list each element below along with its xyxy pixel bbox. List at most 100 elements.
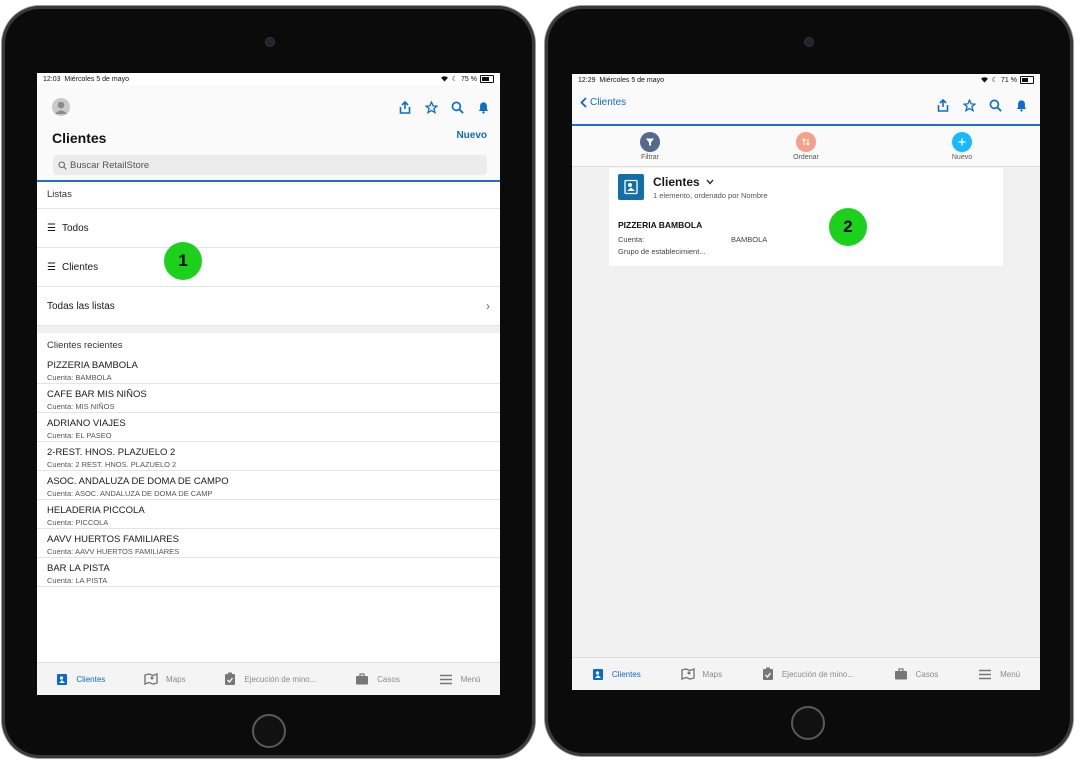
lists-section: Listas ☰ Todos ☰ Clientes Todas las list… — [37, 182, 500, 326]
recent-client-row[interactable]: AAVV HUERTOS FAMILIARES Cuenta: AAVV HUER… — [37, 529, 500, 558]
header-actions — [934, 96, 1030, 114]
recent-client-account: Cuenta: EL PASEO — [47, 431, 112, 440]
left-screen: 12:03 Miércoles 5 de mayo ☾ 75 % Cliente… — [37, 73, 500, 695]
clipboard-icon — [225, 672, 236, 685]
tab-casos[interactable]: Casos — [355, 673, 400, 685]
recent-client-row[interactable]: CAFE BAR MIS NIÑOS Cuenta: MIS NIÑOS — [37, 384, 500, 413]
all-lists-row[interactable]: Todas las listas › — [37, 287, 500, 326]
tab-label: Casos — [915, 669, 939, 679]
record-item[interactable]: PIZZERIA BAMBOLA Cuenta: BAMBOLA Grupo d… — [618, 220, 994, 256]
sort-button[interactable]: Ordenar — [746, 131, 866, 161]
nav-header: Clientes — [572, 86, 1040, 126]
recent-client-row[interactable]: BAR LA PISTA Cuenta: LA PISTA — [37, 558, 500, 587]
camera — [265, 37, 275, 47]
status-date: Miércoles 5 de mayo — [599, 76, 665, 84]
list-view-card: Clientes 1 elemento, ordenado por Nombre… — [609, 168, 1003, 266]
tab-casos[interactable]: Casos — [894, 668, 939, 680]
recent-client-row[interactable]: PIZZERIA BAMBOLA Cuenta: BAMBOLA — [37, 355, 500, 384]
battery-text: 75 % — [461, 75, 477, 83]
right-screen: 12:29 Miércoles 5 de mayo ☾ 71 % Cliente… — [572, 74, 1040, 690]
tab-bar: Clientes Maps Ejecución de mino... Casos… — [37, 662, 500, 695]
tab-maps[interactable]: Maps — [680, 668, 722, 680]
recent-client-name: BAR LA PISTA — [47, 563, 110, 574]
status-bar: 12:29 Miércoles 5 de mayo ☾ 71 % — [572, 74, 1040, 86]
home-button[interactable] — [791, 706, 825, 740]
page-title: Clientes — [52, 130, 107, 146]
header-actions — [396, 98, 492, 116]
tab-clientes[interactable]: Clientes — [56, 673, 105, 686]
record-field-label-2: Grupo de establecimient... — [618, 247, 706, 256]
recent-client-name: ADRIANO VIAJES — [47, 418, 126, 429]
list-item-clientes[interactable]: ☰ Clientes — [37, 248, 500, 287]
back-button[interactable]: Clientes — [580, 97, 626, 108]
share-icon[interactable] — [396, 98, 414, 116]
plus-icon — [952, 131, 972, 152]
home-button[interactable] — [252, 714, 286, 748]
list-item-todos[interactable]: ☰ Todos — [37, 208, 500, 248]
clientes-icon — [592, 668, 603, 680]
record-field-label: Cuenta: — [618, 235, 645, 244]
recent-client-row[interactable]: ASOC. ANDALUZA DE DOMA DE CAMPO Cuenta: A… — [37, 471, 500, 500]
tab-ejecucion[interactable]: Ejecución de mino... — [762, 667, 854, 681]
filter-label: Filtrar — [641, 153, 659, 161]
step-badge-2: 2 — [829, 208, 867, 246]
search-icon[interactable] — [448, 98, 466, 116]
tab-ejecucion[interactable]: Ejecución de mino... — [224, 672, 316, 686]
menu-icon — [439, 674, 452, 684]
bell-icon[interactable] — [474, 98, 492, 116]
tab-maps[interactable]: Maps — [144, 673, 186, 685]
list-view-title[interactable]: Clientes — [653, 175, 700, 189]
recent-section: Clientes recientes PIZZERIA BAMBOLA Cuent… — [37, 333, 500, 587]
header: Clientes Nuevo Buscar RetailStore — [37, 85, 500, 182]
wifi-icon — [440, 75, 449, 84]
list-item-label: Todos — [61, 222, 89, 234]
tab-menu[interactable]: Menú — [978, 669, 1020, 680]
section-divider — [37, 326, 500, 333]
tab-clientes[interactable]: Clientes — [592, 668, 641, 681]
new-button[interactable]: Nuevo — [902, 131, 1022, 161]
user-icon — [55, 101, 67, 114]
search-field-icon — [58, 160, 67, 170]
moon-icon: ☾ — [991, 77, 999, 84]
right-tablet-frame: 12:29 Miércoles 5 de mayo ☾ 71 % Cliente… — [545, 6, 1073, 756]
status-date: Miércoles 5 de mayo — [64, 75, 130, 83]
recent-client-row[interactable]: ADRIANO VIAJES Cuenta: EL PASEO — [37, 413, 500, 442]
recent-client-row[interactable]: 2-REST. HNOS. PLAZUELO 2 Cuenta: 2 REST. … — [37, 442, 500, 471]
sort-label: Ordenar — [793, 153, 819, 161]
lists-section-title: Listas — [47, 189, 72, 200]
search-icon[interactable] — [986, 96, 1004, 114]
recent-section-title: Clientes recientes — [47, 340, 123, 351]
left-tablet-frame: 12:03 Miércoles 5 de mayo ☾ 75 % Cliente… — [2, 6, 535, 758]
avatar[interactable] — [52, 98, 70, 116]
tab-menu[interactable]: Menú — [439, 674, 481, 685]
recent-client-row[interactable]: HELADERIA PICCOLA Cuenta: PICCOLA — [37, 500, 500, 529]
new-label: Nuevo — [951, 153, 973, 161]
chevron-down-icon[interactable] — [706, 179, 714, 185]
recent-client-name: CAFE BAR MIS NIÑOS — [47, 389, 147, 400]
action-bar: Filtrar Ordenar Nuevo — [572, 126, 1040, 167]
tab-label: Menú — [460, 674, 481, 684]
chevron-left-icon — [580, 97, 587, 108]
filter-button[interactable]: Filtrar — [590, 131, 710, 161]
menu-icon — [979, 669, 992, 679]
tab-label: Clientes — [611, 669, 641, 679]
star-icon[interactable] — [960, 96, 978, 114]
recent-client-account: Cuenta: BAMBOLA — [47, 373, 112, 382]
star-icon[interactable] — [422, 98, 440, 116]
bell-icon[interactable] — [1012, 96, 1030, 114]
list-icon: ☰ — [47, 222, 56, 234]
camera — [804, 37, 814, 47]
sort-icon — [796, 131, 816, 152]
search-field[interactable]: Buscar RetailStore — [53, 155, 487, 175]
chevron-right-icon: › — [486, 299, 490, 313]
briefcase-icon — [356, 673, 369, 685]
briefcase-icon — [894, 668, 907, 680]
map-icon — [144, 673, 158, 685]
record-field-value: BAMBOLA — [731, 235, 768, 244]
tab-label: Maps — [166, 674, 186, 684]
record-title: PIZZERIA BAMBOLA — [618, 220, 703, 230]
recent-client-account: Cuenta: ASOC. ANDALUZA DE DOMA DE CAMP — [47, 489, 213, 498]
recent-client-account: Cuenta: LA PISTA — [47, 576, 108, 585]
new-button[interactable]: Nuevo — [456, 130, 487, 141]
share-icon[interactable] — [934, 96, 952, 114]
